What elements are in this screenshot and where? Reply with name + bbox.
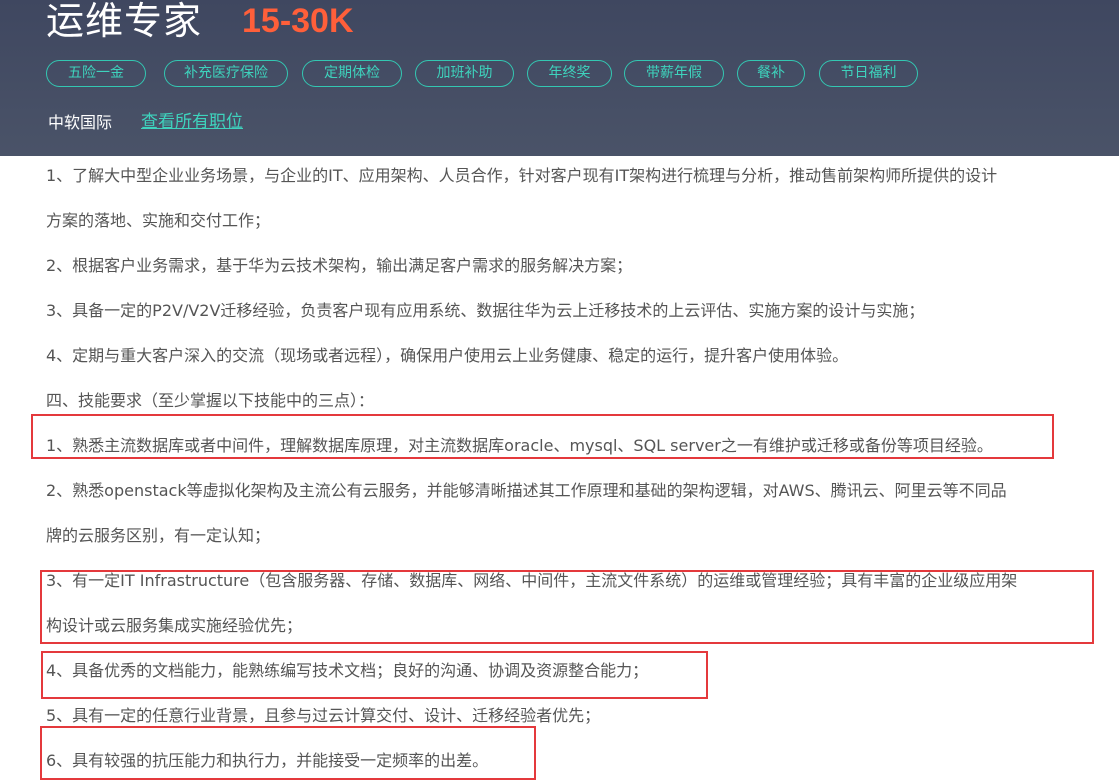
description-line: 2、根据客户业务需求，基于华为云技术架构，输出满足客户需求的服务解决方案； (46, 256, 633, 275)
description-line: 4、定期与重大客户深入的交流（现场或者远程），确保用户使用云上业务健康、稳定的运… (46, 346, 849, 365)
benefit-tag: 补充医疗保险 (164, 60, 288, 87)
job-title: 运维专家 (46, 0, 203, 43)
salary-range: 15-30K (242, 2, 354, 40)
highlight-box (31, 414, 1054, 459)
benefit-tags: 五险一金 补充医疗保险 定期体检 加班补助 年终奖 带薪年假 餐补 节日福利 (46, 60, 1116, 89)
company-name: 中软国际 (48, 113, 113, 132)
benefit-tag: 五险一金 (46, 60, 146, 87)
highlight-box (40, 726, 536, 780)
description-line: 四、技能要求（至少掌握以下技能中的三点）： (46, 391, 375, 410)
highlight-box (41, 651, 708, 699)
benefit-tag: 年终奖 (527, 60, 612, 87)
description-line: 1、了解大中型企业业务场景，与企业的IT、应用架构、人员合作，针对客户现有IT架… (46, 166, 998, 185)
highlight-box (40, 570, 1094, 644)
description-line: 5、具有一定的任意行业背景，且参与过云计算交付、设计、迁移经验者优先； (46, 706, 601, 725)
benefit-tag: 加班补助 (415, 60, 514, 87)
benefit-tag: 带薪年假 (624, 60, 724, 87)
description-line: 方案的落地、实施和交付工作； (46, 211, 271, 230)
benefit-tag: 节日福利 (819, 60, 918, 87)
description-line: 2、熟悉openstack等虚拟化架构及主流公有云服务，并能够清晰描述其工作原理… (46, 481, 1007, 500)
benefit-tag: 定期体检 (302, 60, 402, 87)
job-header: 运维专家 15-30K 五险一金 补充医疗保险 定期体检 加班补助 年终奖 带薪… (0, 0, 1119, 156)
benefit-tag: 餐补 (737, 60, 805, 87)
description-line: 3、具备一定的P2V/V2V迁移经验，负责客户现有应用系统、数据往华为云上迁移技… (46, 301, 925, 320)
view-all-jobs-link[interactable]: 查看所有职位 (141, 111, 243, 133)
description-line: 牌的云服务区别，有一定认知； (46, 526, 271, 545)
